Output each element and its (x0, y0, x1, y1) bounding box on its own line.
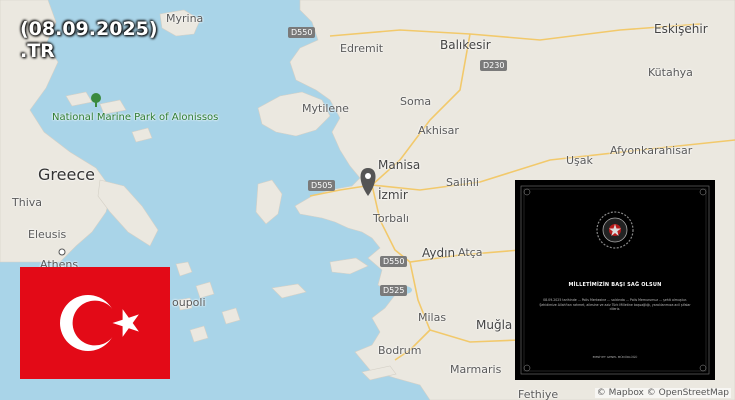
notice-title: MİLLETİMİZİN BAŞI SAĞ OLSUN (568, 282, 662, 288)
place-torbali: Torbalı (373, 212, 409, 225)
date-overlay: (08.09.2025) .TR (20, 18, 158, 62)
athens-dot (58, 248, 66, 256)
place-izmir: İzmir (378, 188, 408, 202)
place-aydin: Aydın (422, 246, 456, 260)
map-screenshot: Myrina Edremit Balıkesir Eskişehir Kütah… (0, 0, 735, 400)
notice-footer: EMNİYET GENEL MÜDÜRLÜĞÜ (592, 355, 638, 359)
road-shield-d550-north: D550 (288, 27, 316, 38)
condolence-notice: MİLLETİMİZİN BAŞI SAĞ OLSUN 08.09.2025 t… (515, 180, 715, 380)
place-atca: Atça (458, 246, 483, 259)
notice-body: 08.09.2025 tarihinde ... Polis Merkezine… (539, 298, 691, 312)
place-thiva: Thiva (12, 196, 42, 209)
road-shield-d230: D230 (480, 60, 508, 71)
turkey-flag (20, 267, 170, 379)
place-balikesir: Balıkesir (440, 38, 491, 52)
map-attribution[interactable]: © Mapbox © OpenStreetMap (594, 388, 731, 398)
crescent-star-icon (60, 295, 139, 351)
place-manisa: Manisa (378, 158, 421, 172)
place-soma: Soma (400, 95, 432, 108)
place-greece: Greece (38, 165, 95, 184)
place-fethiye: Fethiye (518, 388, 559, 400)
domain-text: .TR (20, 40, 55, 62)
police-emblem-icon (596, 211, 634, 249)
place-eleusis: Eleusis (28, 228, 67, 241)
place-mugla: Muğla (476, 318, 513, 332)
road-shield-d525: D525 (380, 285, 408, 296)
place-afyonkarahisar: Afyonkarahisar (610, 144, 693, 157)
place-edremit: Edremit (340, 42, 384, 55)
place-marmaris: Marmaris (450, 363, 502, 376)
park-label: National Marine Park of Alonissos (52, 112, 219, 123)
road-shield-d550-south: D550 (380, 256, 408, 267)
place-salihli: Salihli (446, 176, 479, 189)
place-kutahya: Kütahya (648, 66, 693, 79)
place-poupoli: oupoli (172, 296, 206, 309)
place-myrina: Myrina (166, 12, 204, 25)
place-bodrum: Bodrum (378, 344, 422, 357)
place-eskisehir: Eskişehir (654, 22, 708, 36)
place-akhisar: Akhisar (418, 124, 459, 137)
date-text: (08.09.2025) (20, 18, 158, 40)
place-usak: Uşak (566, 154, 593, 167)
place-milas: Milas (418, 311, 447, 324)
place-mytilene: Mytilene (302, 102, 349, 115)
road-shield-d505: D505 (308, 180, 336, 191)
